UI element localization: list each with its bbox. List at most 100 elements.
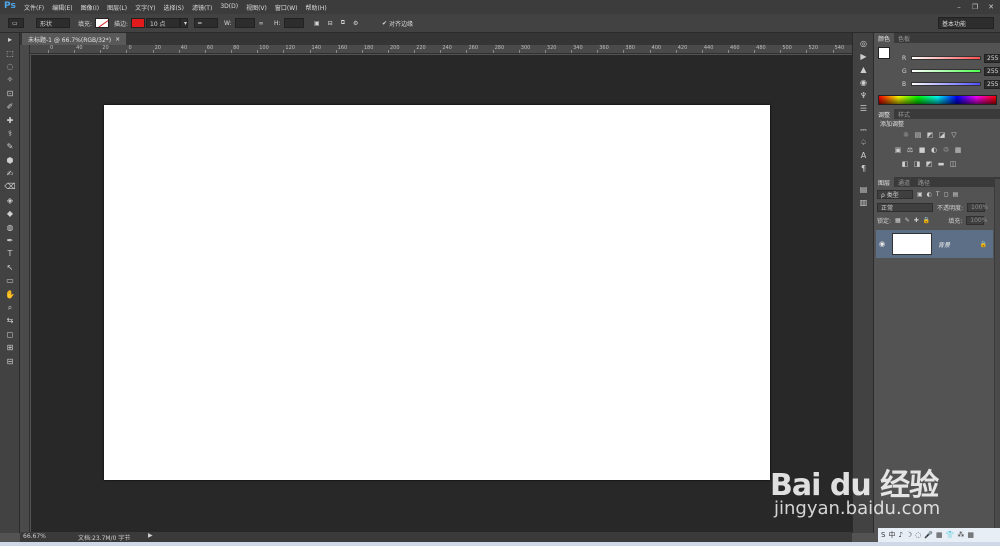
tab-layers[interactable]: 图层 xyxy=(874,177,895,187)
path-operations-icon[interactable]: ▣ xyxy=(314,20,320,27)
panel-shortcut-icon[interactable]: ▶ xyxy=(853,50,874,63)
adjustment-icon[interactable]: ◐ xyxy=(930,146,938,154)
menu-3d[interactable]: 3D(D) xyxy=(220,3,238,12)
tray-icon[interactable]: ▦ xyxy=(967,531,974,539)
chevron-down-icon[interactable]: ▾ xyxy=(180,18,188,28)
tool-icon[interactable]: ⬢ xyxy=(0,154,20,167)
layers-scrollbar[interactable] xyxy=(994,179,1000,531)
tool-icon[interactable]: ▭ xyxy=(0,274,20,287)
path-arrangement-icon[interactable]: ⧉ xyxy=(341,19,345,27)
tray-icon[interactable]: ♪ xyxy=(898,531,902,539)
tray-icon[interactable]: ▦ xyxy=(936,531,943,539)
lock-paint-icon[interactable]: ✎ xyxy=(905,217,910,224)
b-value[interactable]: 255 xyxy=(984,79,1000,89)
tray-icon[interactable]: S xyxy=(881,531,885,539)
align-edges-checkbox[interactable]: ✔ 对齐边缘 xyxy=(382,17,413,29)
filter-pixel-icon[interactable]: ▣ xyxy=(917,191,923,198)
tool-icon[interactable]: ⌫ xyxy=(0,180,20,193)
lock-pixels-icon[interactable]: ▦ xyxy=(895,217,901,224)
tool-icon[interactable]: ✒ xyxy=(0,234,20,247)
filter-adjust-icon[interactable]: ◐ xyxy=(927,191,932,198)
filter-type-icon[interactable]: T xyxy=(936,191,940,198)
tool-icon[interactable]: ⊟ xyxy=(0,354,20,367)
adjustment-icon[interactable]: ♲ xyxy=(942,146,950,154)
menu-edit[interactable]: 编辑(E) xyxy=(52,3,72,12)
fill-field[interactable]: 100% xyxy=(966,215,987,225)
adjustment-icon[interactable]: ◨ xyxy=(913,160,921,168)
fill-swatch[interactable] xyxy=(95,18,110,28)
panel-shortcut-icon[interactable]: ☰ xyxy=(853,102,874,115)
tool-icon[interactable]: ✎ xyxy=(0,140,20,153)
tool-icon[interactable]: ⇆ xyxy=(0,314,20,327)
tool-icon[interactable]: ✧ xyxy=(0,73,20,86)
link-icon[interactable]: ∞ xyxy=(259,20,264,27)
adjustment-icon[interactable]: ▤ xyxy=(914,131,922,139)
b-slider[interactable] xyxy=(911,82,981,86)
tab-styles[interactable]: 样式 xyxy=(894,109,914,119)
color-spectrum-bar[interactable] xyxy=(878,95,997,105)
tray-icon[interactable]: ☽ xyxy=(906,531,912,539)
adjustment-icon[interactable]: ◫ xyxy=(949,160,957,168)
gear-icon[interactable]: ⚙ xyxy=(353,20,358,27)
adjustment-icon[interactable]: ⚖ xyxy=(906,146,914,154)
filter-shape-icon[interactable]: ◻ xyxy=(944,191,949,198)
tab-color[interactable]: 颜色 xyxy=(874,33,895,43)
r-slider[interactable] xyxy=(911,56,981,60)
tool-icon[interactable]: ✍ xyxy=(0,167,20,180)
visibility-eye-icon[interactable]: ◉ xyxy=(876,240,888,248)
layer-row[interactable]: ◉ 背景 🔒 xyxy=(876,230,993,258)
menu-filter[interactable]: 滤镜(T) xyxy=(192,3,212,12)
document-tab[interactable]: 未标题-1 @ 66.7%(RGB/32*) × xyxy=(22,33,127,45)
panel-shortcut-icon[interactable]: ▥ xyxy=(853,196,874,209)
tool-icon[interactable]: ⚕ xyxy=(0,127,20,140)
tool-icon[interactable]: ◍ xyxy=(0,220,20,233)
tray-icon[interactable]: ◌ xyxy=(915,531,921,539)
tool-icon[interactable]: ⬚ xyxy=(0,46,20,59)
panel-shortcut-icon[interactable]: A xyxy=(853,149,874,162)
stroke-size-field[interactable]: 10 点 ▾ xyxy=(146,17,188,29)
tab-paths[interactable]: 路径 xyxy=(914,177,934,187)
lock-move-icon[interactable]: ✚ xyxy=(914,217,919,224)
adjustment-icon[interactable]: ▦ xyxy=(954,146,962,154)
menu-layer[interactable]: 图层(L) xyxy=(107,3,127,12)
tool-icon[interactable]: ◌ xyxy=(0,60,20,73)
blend-mode-dropdown[interactable]: 正常 xyxy=(877,202,933,212)
opacity-field[interactable]: 100% xyxy=(967,202,988,212)
zoom-level[interactable]: 66.67% xyxy=(23,533,46,540)
layer-filter-dropdown[interactable]: ρ 类型 xyxy=(877,189,913,199)
close-button[interactable]: ✕ xyxy=(986,2,996,11)
panel-shortcut-icon[interactable]: ◎ xyxy=(853,37,874,50)
adjustment-icon[interactable]: ▽ xyxy=(950,131,958,139)
menu-type[interactable]: 文字(Y) xyxy=(135,3,155,12)
document-canvas[interactable] xyxy=(104,105,770,480)
panel-shortcut-icon[interactable]: ¶ xyxy=(853,162,874,175)
tool-icon[interactable]: T xyxy=(0,247,20,260)
menu-help[interactable]: 帮助(H) xyxy=(306,3,327,12)
tab-swatches[interactable]: 色板 xyxy=(894,33,914,43)
tray-icon[interactable]: 中 xyxy=(888,530,895,540)
tab-channels[interactable]: 通道 xyxy=(894,177,914,187)
status-menu-arrow-icon[interactable]: ▶ xyxy=(148,532,153,539)
adjustment-icon[interactable]: ◩ xyxy=(925,160,933,168)
path-alignment-icon[interactable]: ⊟ xyxy=(328,20,333,27)
adjustment-icon[interactable]: ▬ xyxy=(937,160,945,168)
width-input[interactable] xyxy=(234,18,255,28)
fg-bg-color-widget[interactable] xyxy=(878,47,898,67)
shape-mode-dropdown[interactable]: 形状 xyxy=(36,17,70,29)
adjustment-icon[interactable]: ◧ xyxy=(901,160,909,168)
adjustment-icon[interactable]: ◩ xyxy=(926,131,934,139)
stroke-type-dropdown[interactable]: ═ xyxy=(194,17,218,29)
tool-icon[interactable]: ⌕ xyxy=(0,301,20,314)
tool-icon[interactable]: ✐ xyxy=(0,100,20,113)
workspace-switcher[interactable]: 基本功能 xyxy=(938,17,994,29)
foreground-color-swatch[interactable] xyxy=(878,47,890,59)
tool-icon[interactable]: ◈ xyxy=(0,194,20,207)
panel-shortcut-icon[interactable]: ◉ xyxy=(853,76,874,89)
tool-icon[interactable]: ✚ xyxy=(0,113,20,126)
tool-icon[interactable]: ⊡ xyxy=(0,87,20,100)
tool-icon[interactable]: ◻ xyxy=(0,328,20,341)
adjustment-icon[interactable]: ☼ xyxy=(902,131,910,139)
tool-icon[interactable]: ◆ xyxy=(0,207,20,220)
adjustment-icon[interactable]: ■ xyxy=(918,146,926,154)
g-slider[interactable] xyxy=(911,69,981,73)
